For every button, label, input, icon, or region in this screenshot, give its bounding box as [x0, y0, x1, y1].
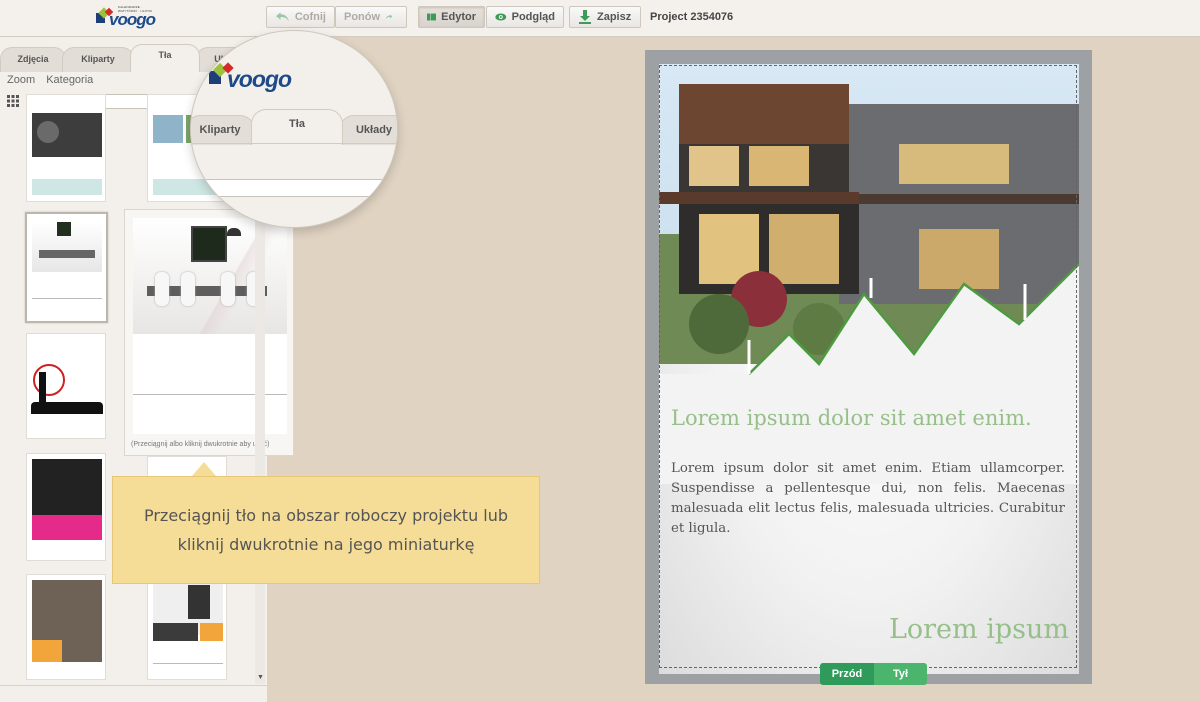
download-save-icon: [579, 10, 591, 24]
sidebar-divider: [0, 685, 267, 686]
tab-photos[interactable]: Zdjęcia: [0, 47, 66, 72]
background-thumbnail[interactable]: [25, 212, 108, 323]
tab-label: Kliparty: [81, 54, 115, 64]
grid-small-icon[interactable]: [7, 95, 19, 107]
tab-backgrounds[interactable]: Tła: [130, 44, 200, 72]
back-side-label: Tył: [892, 668, 909, 680]
preview-hint: (Przeciągnij albo kliknij dwukrotnie aby…: [131, 441, 270, 448]
tab-label: Tła: [158, 50, 172, 60]
undo-button[interactable]: Cofnij: [266, 6, 335, 28]
background-thumbnail[interactable]: [147, 574, 227, 680]
redo-label: Ponów: [344, 11, 381, 23]
undo-arrow-icon: [275, 12, 289, 22]
category-link[interactable]: Kategoria: [46, 74, 93, 86]
design-page[interactable]: Lorem ipsum dolor sit amet enim. Lorem i…: [659, 64, 1079, 674]
background-thumbnail[interactable]: [26, 333, 106, 439]
mag-tab-layouts: Układy: [339, 115, 397, 145]
redo-button[interactable]: Ponów: [335, 6, 407, 28]
front-side-button[interactable]: Przód: [820, 663, 874, 685]
background-preview-popup[interactable]: (Przeciągnij albo kliknij dwukrotnie aby…: [124, 209, 294, 456]
magnified-logo-text: voogo: [227, 66, 292, 92]
design-body-text[interactable]: Lorem ipsum dolor sit amet enim. Etiam u…: [671, 459, 1065, 539]
tooltip-text: Przeciągnij tło na obszar roboczy projek…: [143, 506, 509, 554]
front-side-label: Przód: [831, 668, 863, 680]
mag-tab-backgrounds: Tła: [251, 109, 343, 145]
background-thumbnail[interactable]: [26, 453, 106, 561]
magnifier-callout: voogo Kliparty Układy Tła: [190, 30, 398, 228]
tab-label: Tła: [289, 118, 305, 130]
zoom-link[interactable]: Zoom: [7, 74, 35, 86]
preview-label: Podgląd: [511, 11, 555, 23]
background-thumbnail[interactable]: [26, 94, 106, 202]
background-thumbnail[interactable]: [26, 574, 106, 680]
tab-label: Układy: [355, 124, 393, 136]
preview-button[interactable]: Podgląd: [486, 6, 564, 28]
editor-button[interactable]: Edytor: [418, 6, 485, 28]
back-side-button[interactable]: Tył: [874, 663, 927, 685]
eye-icon: [495, 13, 507, 21]
design-footer-text[interactable]: Lorem ipsum: [859, 614, 1069, 645]
tooltip-arrow: [192, 462, 216, 476]
save-button[interactable]: Zapisz: [569, 6, 641, 28]
tab-label: Kliparty: [199, 124, 241, 136]
tab-label: Zdjęcia: [17, 54, 49, 64]
tab-cliparts[interactable]: Kliparty: [62, 47, 134, 72]
mag-tab-cliparts: Kliparty: [191, 115, 255, 145]
design-canvas[interactable]: Lorem ipsum dolor sit amet enim. Lorem i…: [645, 50, 1092, 684]
voogo-logo[interactable]: KALENDARZE · WIZYTÓWKI · ULOTKI voogo: [96, 5, 156, 31]
scroll-down-icon[interactable]: ▼: [257, 674, 264, 681]
editor-layout-icon: [427, 13, 437, 21]
magnified-logo: voogo: [209, 59, 292, 93]
instruction-tooltip: Przeciągnij tło na obszar roboczy projek…: [112, 476, 540, 584]
undo-label: Cofnij: [294, 11, 326, 23]
save-label: Zapisz: [597, 11, 632, 23]
top-toolbar: KALENDARZE · WIZYTÓWKI · ULOTKI voogo Co…: [0, 0, 1200, 37]
logo-text: voogo: [109, 10, 156, 29]
redo-arrow-icon: [385, 14, 393, 20]
project-name: Project 2354076: [650, 11, 734, 23]
editor-label: Edytor: [441, 11, 476, 23]
sidebar-controls: Zoom Kategoria: [7, 74, 101, 86]
design-heading[interactable]: Lorem ipsum dolor sit amet enim.: [671, 406, 1032, 430]
